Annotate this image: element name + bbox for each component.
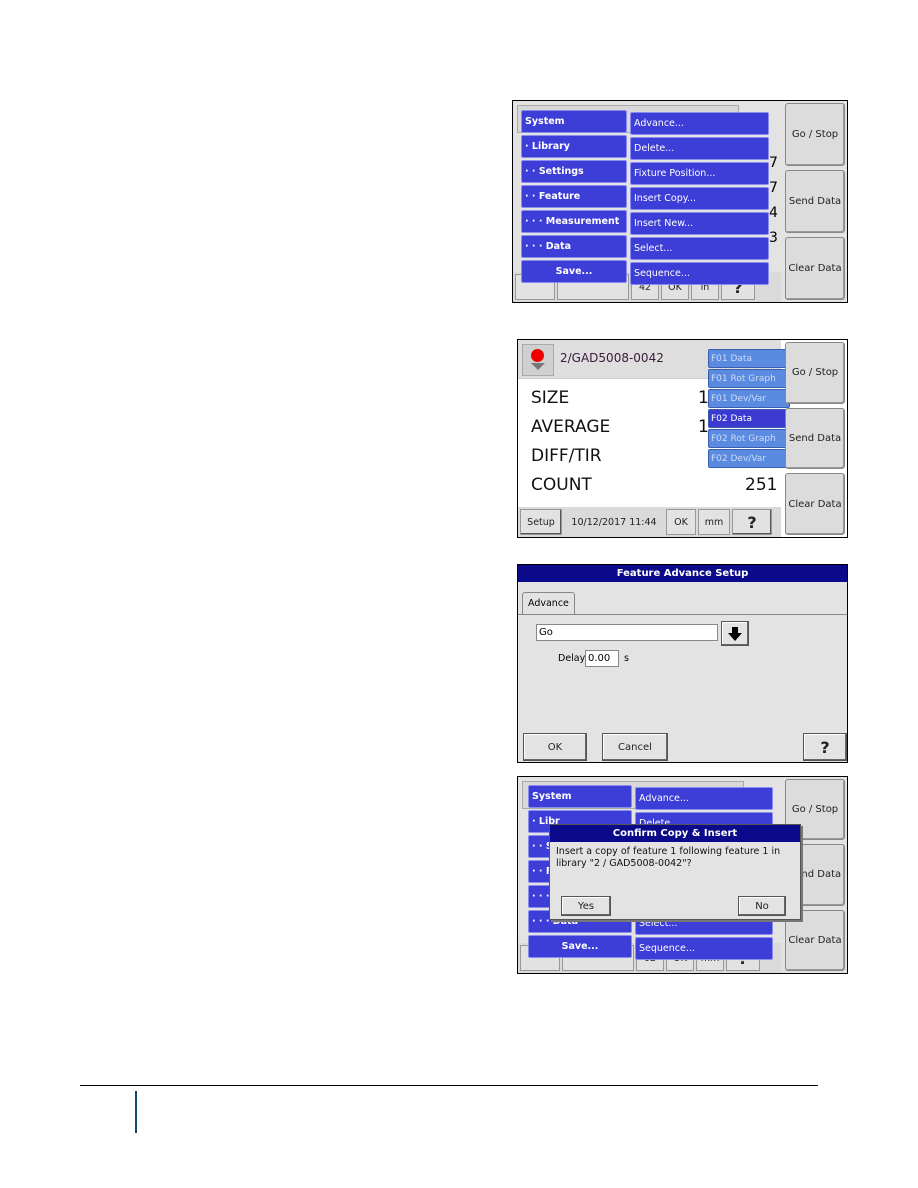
menu-item-save[interactable]: Save... <box>528 935 632 958</box>
submenu-advance[interactable]: Advance... <box>635 787 773 810</box>
chevron-down-icon <box>531 363 545 370</box>
units-toggle[interactable]: mm <box>698 509 730 535</box>
menu-item-feature[interactable]: · · Feature <box>521 185 627 208</box>
arrow-down-icon <box>728 626 742 641</box>
delay-input[interactable]: 0.00 <box>585 650 619 667</box>
average-label: AVERAGE <box>531 417 611 437</box>
view-select-menu: F01 Data F01 Rot Graph F01 Dev/Var F02 D… <box>708 349 790 468</box>
submenu-insert-copy[interactable]: Insert Copy... <box>630 187 769 210</box>
go-stop-button[interactable]: Go / Stop <box>785 342 845 404</box>
side-button-column: Go / Stop Send Data Clear Data <box>785 342 845 536</box>
view-f02-dev-var[interactable]: F02 Dev/Var <box>708 449 790 468</box>
feature-submenu: Advance... Delete... Fixture Position...… <box>630 112 769 285</box>
delay-unit: s <box>624 653 629 664</box>
status-ok: OK <box>666 509 696 535</box>
status-indicator-icon <box>531 349 544 362</box>
menu-item-measurement[interactable]: · · · Measurement <box>521 210 627 233</box>
diff-tir-label: DIFF/TIR <box>531 446 602 466</box>
menu-item-save[interactable]: Save... <box>521 260 627 283</box>
library-selector-button[interactable] <box>522 344 554 376</box>
side-button-column: Go / Stop Send Data Clear Data <box>785 103 845 300</box>
submenu-select[interactable]: Select... <box>630 237 769 260</box>
count-label: COUNT <box>531 475 592 495</box>
cancel-button[interactable]: Cancel <box>602 733 668 761</box>
screen-data-view: 2/GAD5008-0042 SIZE AVERAGE DIFF/TIR COU… <box>517 339 848 538</box>
menu-tree: System · Library · · Settings · · Featur… <box>521 110 627 283</box>
menu-item-settings[interactable]: · · Settings <box>521 160 627 183</box>
hand-help-icon: ? <box>747 512 757 532</box>
help-button[interactable]: ? <box>732 509 772 535</box>
screen-menu-feature: 42 OK in ? 7 7 4 3 System · Library · · … <box>512 100 848 303</box>
size-label: SIZE <box>531 388 570 408</box>
dropdown-button[interactable] <box>721 621 749 646</box>
no-button[interactable]: No <box>738 896 786 916</box>
yes-button[interactable]: Yes <box>561 896 611 916</box>
peek-values: 7 7 4 3 <box>769 151 778 251</box>
clear-data-button[interactable]: Clear Data <box>785 237 845 300</box>
feature-advance-setup-dialog: Feature Advance Setup Advance Go Delay 0… <box>517 564 848 763</box>
submenu-advance[interactable]: Advance... <box>630 112 769 135</box>
datetime-display: 10/12/2017 11:44 <box>571 516 657 528</box>
confirm-copy-insert-dialog: Confirm Copy & Insert Insert a copy of f… <box>549 824 801 920</box>
dialog-title: Feature Advance Setup <box>518 565 847 582</box>
ok-button[interactable]: OK <box>523 733 587 761</box>
count-value: 251 <box>745 475 778 495</box>
menu-item-system[interactable]: System <box>528 785 632 808</box>
library-name: 2/GAD5008-0042 <box>560 351 664 365</box>
view-f02-data[interactable]: F02 Data <box>708 409 790 428</box>
dialog-title: Confirm Copy & Insert <box>550 825 800 842</box>
bottom-status-bar: Setup 10/12/2017 11:44 OK mm ? <box>518 507 781 537</box>
help-button[interactable]: ? <box>803 733 847 761</box>
submenu-insert-new[interactable]: Insert New... <box>630 212 769 235</box>
dialog-message: Insert a copy of feature 1 following fea… <box>556 846 781 869</box>
peek-digit: 7 <box>769 180 778 196</box>
submenu-delete[interactable]: Delete... <box>630 137 769 160</box>
view-f01-dev-var[interactable]: F01 Dev/Var <box>708 389 790 408</box>
footer-rule <box>80 1085 818 1086</box>
send-data-button[interactable]: Send Data <box>785 407 845 470</box>
peek-digit: 4 <box>769 205 778 221</box>
peek-digit: 3 <box>769 230 778 246</box>
peek-digit: 7 <box>769 155 778 171</box>
view-f01-rot-graph[interactable]: F01 Rot Graph <box>708 369 790 388</box>
tab-advance[interactable]: Advance <box>522 592 575 614</box>
go-stop-button[interactable]: Go / Stop <box>785 103 845 166</box>
send-data-button[interactable]: Send Data <box>785 170 845 233</box>
view-f01-data[interactable]: F01 Data <box>708 349 790 368</box>
submenu-fixture-position[interactable]: Fixture Position... <box>630 162 769 185</box>
delay-label: Delay <box>558 653 586 664</box>
menu-item-data[interactable]: · · · Data <box>521 235 627 258</box>
submenu-sequence[interactable]: Sequence... <box>635 937 773 960</box>
view-f02-rot-graph[interactable]: F02 Rot Graph <box>708 429 790 448</box>
menu-item-library[interactable]: · Library <box>521 135 627 158</box>
menu-item-system[interactable]: System <box>521 110 627 133</box>
tab-divider <box>518 614 847 615</box>
submenu-sequence[interactable]: Sequence... <box>630 262 769 285</box>
clear-data-button[interactable]: Clear Data <box>785 473 845 536</box>
hand-help-icon: ? <box>820 737 830 757</box>
setup-button[interactable]: Setup <box>520 509 562 535</box>
screen-confirm-insert: 02 OK mm ? System · Libr · · Se · · Fe ·… <box>517 776 848 974</box>
footer-accent-bar <box>135 1091 137 1133</box>
advance-mode-field[interactable]: Go <box>536 624 718 641</box>
